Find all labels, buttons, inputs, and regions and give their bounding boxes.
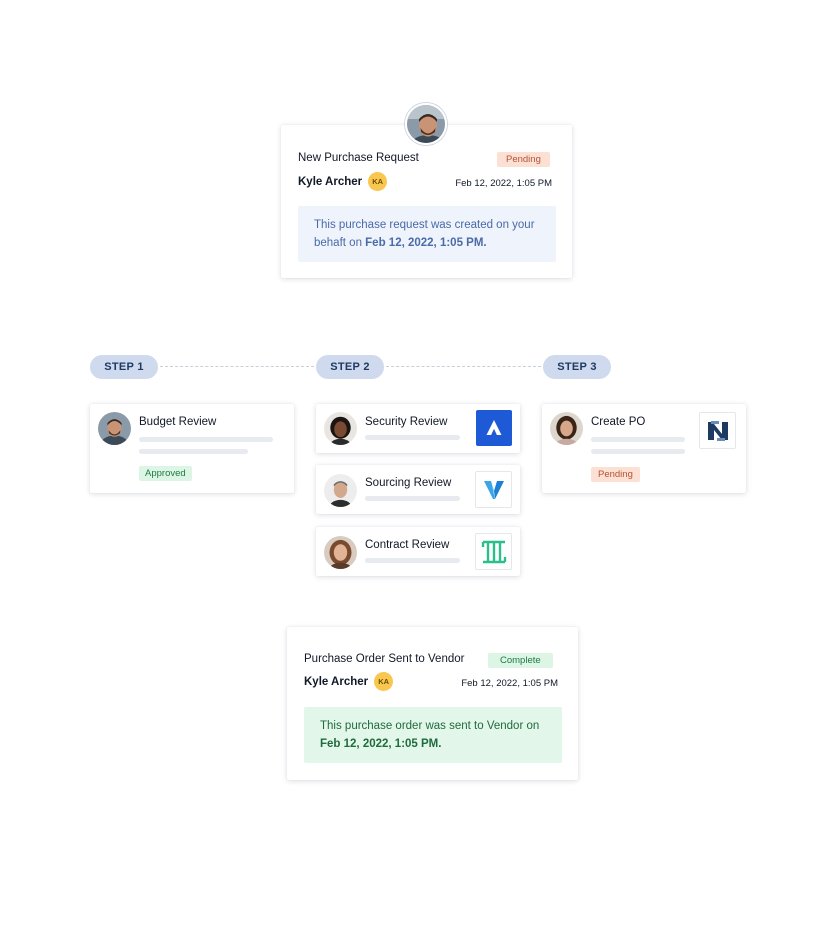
- create-po-card[interactable]: Create PO Pending: [542, 404, 746, 493]
- placeholder-line: [591, 449, 685, 454]
- reviewer-avatar: [550, 412, 583, 445]
- reviewer-avatar: [324, 412, 357, 445]
- step-connector: [386, 366, 541, 367]
- review-title: Contract Review: [365, 539, 450, 551]
- contract-review-card[interactable]: Contract Review: [316, 527, 520, 576]
- request-info-note: This purchase request was created on you…: [298, 206, 556, 262]
- requester-name: Kyle Archer: [304, 675, 369, 688]
- requester-initials-avatar: KA: [368, 172, 388, 191]
- purchase-order-card[interactable]: Purchase Order Sent to Vendor Complete K…: [287, 627, 578, 780]
- reviewer-avatar: [98, 412, 131, 445]
- step-3-pill: STEP 3: [543, 355, 611, 379]
- event-title: Purchase Order Sent to Vendor: [304, 653, 465, 665]
- purchase-request-card[interactable]: New Purchase Request Pending Kyle Archer…: [281, 125, 572, 278]
- status-badge: Pending: [497, 152, 550, 167]
- kyle-archer-avatar: [405, 103, 447, 145]
- requester: Kyle Archer KA: [304, 672, 394, 691]
- reviewer-avatar: [324, 474, 357, 507]
- review-title: Security Review: [365, 416, 448, 428]
- note-date: Feb 12, 2022, 1:05 PM.: [320, 738, 442, 750]
- v-logo-icon: [475, 471, 512, 508]
- event-timestamp: Feb 12, 2022, 1:05 PM: [455, 178, 552, 189]
- step-connector: [160, 366, 314, 367]
- placeholder-line: [139, 449, 248, 454]
- requester: Kyle Archer KA: [298, 172, 388, 191]
- note-text: This purchase order was sent to Vendor o…: [320, 720, 540, 732]
- reviewer-avatar: [324, 536, 357, 569]
- step-1-pill: STEP 1: [90, 355, 158, 379]
- event-timestamp: Feb 12, 2022, 1:05 PM: [461, 678, 558, 689]
- step-2-pill: STEP 2: [316, 355, 384, 379]
- review-title: Sourcing Review: [365, 477, 452, 489]
- placeholder-line: [365, 558, 460, 563]
- placeholder-line: [591, 437, 685, 442]
- pending-badge: Pending: [591, 467, 640, 482]
- security-review-card[interactable]: Security Review: [316, 404, 520, 453]
- review-title: Budget Review: [139, 416, 217, 428]
- placeholder-line: [365, 435, 460, 440]
- atlassian-logo-icon: [476, 410, 512, 446]
- approved-badge: Approved: [139, 466, 192, 481]
- budget-review-card[interactable]: Budget Review Approved: [90, 404, 294, 493]
- event-title: New Purchase Request: [298, 152, 419, 164]
- requester-name: Kyle Archer: [298, 175, 363, 188]
- requester-initials-avatar: KA: [374, 672, 394, 691]
- ironclad-logo-icon: [475, 533, 512, 570]
- placeholder-line: [139, 437, 273, 442]
- placeholder-line: [365, 496, 460, 501]
- note-date: Feb 12, 2022, 1:05 PM.: [365, 237, 487, 249]
- sourcing-review-card[interactable]: Sourcing Review: [316, 465, 520, 514]
- order-success-note: This purchase order was sent to Vendor o…: [304, 707, 562, 763]
- review-title: Create PO: [591, 416, 646, 428]
- status-badge: Complete: [488, 653, 553, 668]
- netsuite-logo-icon: [699, 412, 736, 449]
